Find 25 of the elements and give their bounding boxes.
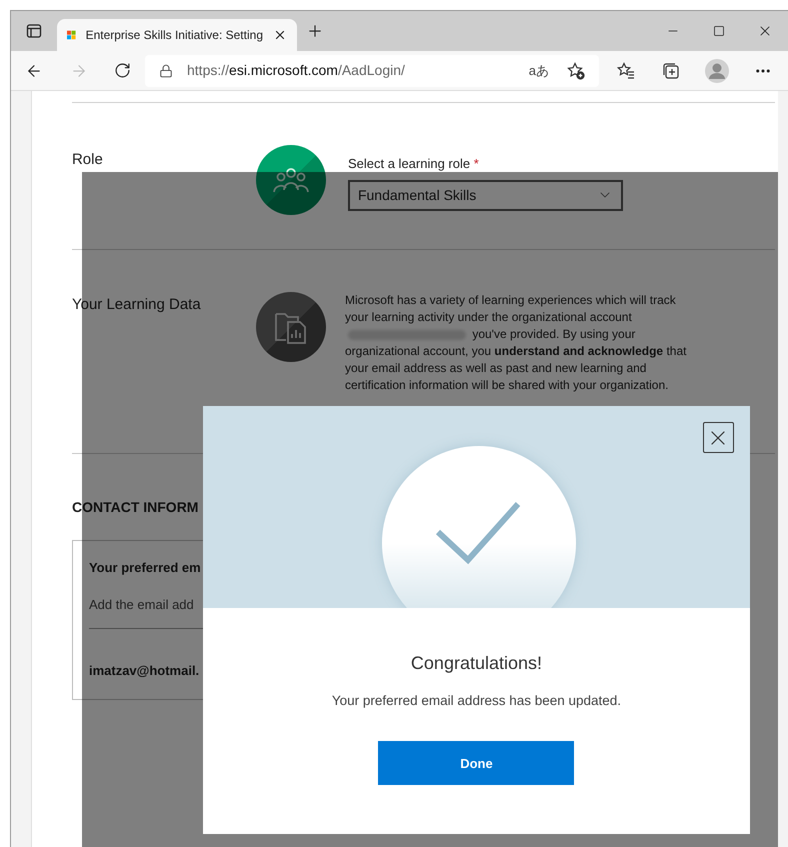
modal-message: Your preferred email address has been updated. bbox=[330, 692, 622, 710]
tab-actions-icon[interactable] bbox=[26, 23, 42, 39]
favorites-icon[interactable] bbox=[617, 62, 635, 80]
lock-icon bbox=[159, 64, 173, 78]
close-button[interactable] bbox=[702, 422, 734, 453]
maximize-icon[interactable] bbox=[713, 25, 725, 37]
read-aloud-icon[interactable]: aあ bbox=[528, 60, 549, 80]
refresh-icon[interactable] bbox=[114, 62, 130, 79]
collections-icon[interactable] bbox=[662, 62, 680, 80]
profile-avatar-icon[interactable] bbox=[705, 58, 729, 82]
done-button[interactable]: Done bbox=[378, 741, 574, 786]
address-bar[interactable]: https://esi.microsoft.com/AadLogin/ aあ bbox=[145, 54, 599, 86]
learning-data-paragraph: Microsoft has a variety of learning experiences which will track your learning activity under the organizational account you've provided. By using your organizational account, you understand and acknowledge that your email address as well as past and new learning and certification information will be shared with your organization. bbox=[344, 292, 688, 394]
email-value: imatzav@hotmail. bbox=[88, 662, 200, 680]
hint-text: Add the email add bbox=[88, 596, 194, 614]
tab-title: Enterprise Skills Initiative: Setting bbox=[86, 27, 263, 44]
field-label: Select a learning role * bbox=[348, 155, 480, 173]
close-tab-icon[interactable] bbox=[273, 28, 287, 42]
modal-title: Congratulations! bbox=[410, 652, 544, 675]
browser-tab[interactable]: Enterprise Skills Initiative: Setting bbox=[57, 19, 297, 51]
url-text: https://esi.microsoft.com/AadLogin/ bbox=[187, 61, 405, 80]
role-label: Role bbox=[72, 150, 104, 170]
role-dropdown[interactable]: Fundamental Skills bbox=[348, 180, 623, 210]
add-favorite-icon[interactable] bbox=[567, 62, 585, 80]
preferred-email-label: Your preferred em bbox=[88, 559, 201, 577]
